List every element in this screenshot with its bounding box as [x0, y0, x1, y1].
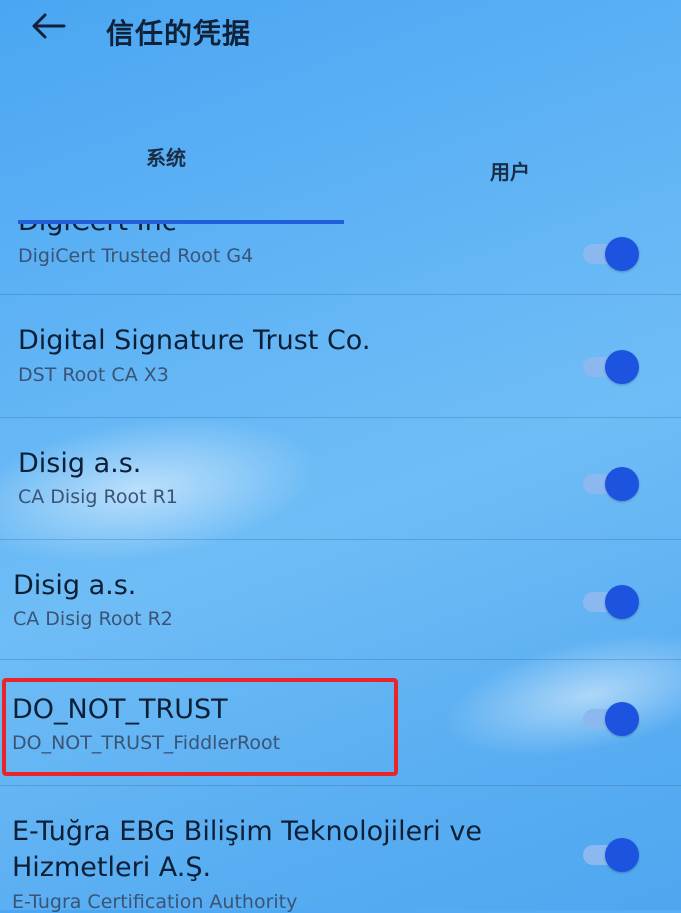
- certificate-title-line2: Hizmetleri A.Ş.: [12, 852, 212, 883]
- certificate-title: DO_NOT_TRUST: [12, 694, 228, 725]
- certificate-list: DigiCert Inc DigiCert Trusted Root G4 Di…: [0, 200, 681, 913]
- toggle-knob: [605, 350, 639, 384]
- certificate-subtitle: DigiCert Trusted Root G4: [18, 245, 254, 267]
- toggle-knob: [605, 237, 639, 271]
- tab-system[interactable]: 系统: [146, 142, 186, 171]
- certificate-row[interactable]: Disig a.s. CA Disig Root R1: [0, 418, 681, 538]
- certificate-toggle[interactable]: [583, 702, 639, 736]
- certificate-row[interactable]: DigiCert Inc DigiCert Trusted Root G4: [0, 200, 681, 297]
- toggle-knob: [605, 585, 639, 619]
- certificate-subtitle: CA Disig Root R1: [18, 486, 178, 508]
- certificate-toggle[interactable]: [583, 350, 639, 384]
- back-button[interactable]: [26, 8, 70, 44]
- toggle-knob: [605, 702, 639, 736]
- certificate-row[interactable]: E-Tuğra EBG Bilişim Teknolojileri ve Hiz…: [0, 786, 681, 913]
- certificate-title: Disig a.s.: [13, 570, 137, 601]
- certificate-row-highlighted[interactable]: DO_NOT_TRUST DO_NOT_TRUST_FiddlerRoot: [0, 660, 681, 785]
- tab-indicator: [18, 220, 344, 224]
- app-bar: 信任的凭据: [0, 0, 681, 70]
- certificate-subtitle: CA Disig Root R2: [13, 608, 173, 630]
- page-title: 信任的凭据: [106, 17, 252, 50]
- certificate-title: E-Tuğra EBG Bilişim Teknolojileri ve: [12, 816, 482, 847]
- toggle-knob: [605, 467, 639, 501]
- toggle-knob: [605, 838, 639, 872]
- arrow-left-icon: [32, 13, 66, 39]
- certificate-title: Digital Signature Trust Co.: [18, 325, 371, 356]
- certificate-subtitle: DO_NOT_TRUST_FiddlerRoot: [12, 732, 281, 754]
- certificate-toggle[interactable]: [583, 838, 639, 872]
- certificate-toggle[interactable]: [583, 467, 639, 501]
- certificate-subtitle: DST Root CA X3: [18, 364, 169, 386]
- tab-user[interactable]: 用户: [490, 156, 530, 185]
- certificate-row[interactable]: Disig a.s. CA Disig Root R2: [0, 540, 681, 658]
- certificate-row[interactable]: Digital Signature Trust Co. DST Root CA …: [0, 295, 681, 417]
- certificate-title: Disig a.s.: [18, 448, 142, 479]
- certificate-toggle[interactable]: [583, 237, 639, 271]
- certificate-toggle[interactable]: [583, 585, 639, 619]
